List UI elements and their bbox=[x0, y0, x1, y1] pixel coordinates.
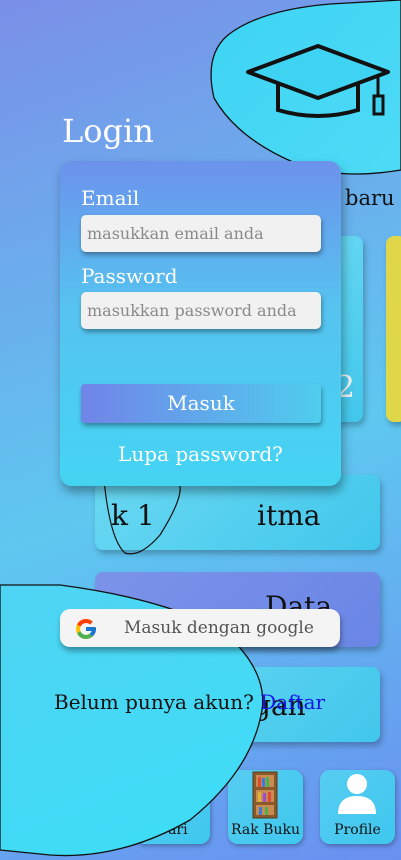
password-label: Password bbox=[81, 264, 178, 288]
graduation-cap-icon bbox=[246, 44, 390, 118]
google-login-label: Masuk dengan google bbox=[124, 618, 314, 638]
forgot-password-link[interactable]: Lupa password? bbox=[60, 442, 341, 466]
register-link[interactable]: Daftar bbox=[260, 690, 325, 714]
login-button[interactable]: Masuk bbox=[81, 384, 321, 423]
email-label: Email bbox=[81, 186, 140, 210]
register-prompt-text: Belum punya akun? bbox=[54, 690, 254, 714]
email-field[interactable] bbox=[81, 215, 321, 252]
password-field[interactable] bbox=[81, 292, 321, 329]
google-login-button[interactable]: Masuk dengan google bbox=[60, 609, 340, 647]
login-title: Login bbox=[62, 112, 154, 150]
google-icon bbox=[76, 619, 96, 639]
register-prompt: Belum punya akun? Daftar bbox=[54, 690, 325, 714]
app-frame: baru 2 k 1 itma Data ngan ne Cari bbox=[0, 0, 401, 860]
login-card: Email Password Masuk Lupa password? bbox=[60, 161, 341, 486]
